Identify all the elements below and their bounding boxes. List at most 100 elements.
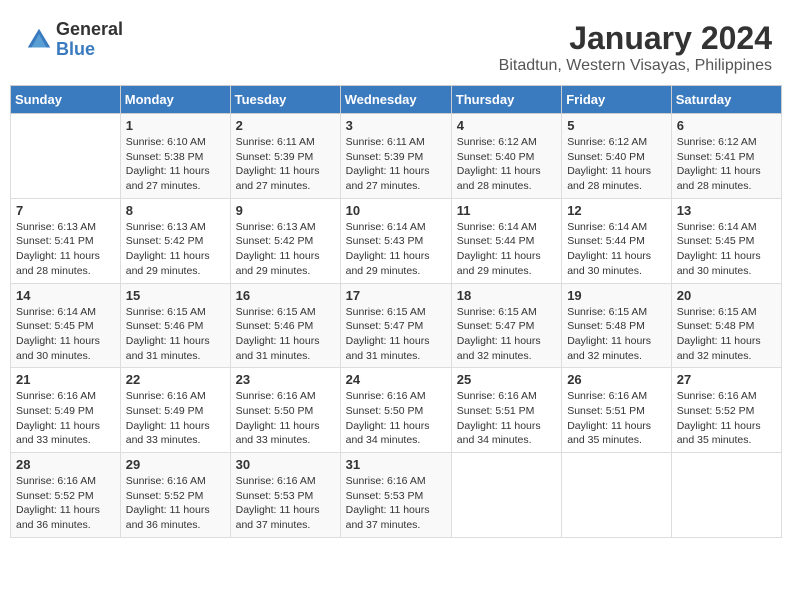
header-row: SundayMondayTuesdayWednesdayThursdayFrid… [11,86,782,114]
day-number: 22 [126,372,225,387]
header-day-thursday: Thursday [451,86,561,114]
day-number: 10 [346,203,446,218]
day-number: 9 [236,203,335,218]
calendar-cell: 9 Sunrise: 6:13 AMSunset: 5:42 PMDaylight… [230,198,340,283]
day-info: Sunrise: 6:13 AMSunset: 5:42 PMDaylight:… [126,220,225,279]
day-number: 6 [677,118,776,133]
day-info: Sunrise: 6:15 AMSunset: 5:47 PMDaylight:… [457,305,556,364]
calendar-cell: 28 Sunrise: 6:16 AMSunset: 5:52 PMDayligh… [11,453,121,538]
day-number: 19 [567,288,666,303]
day-number: 25 [457,372,556,387]
day-number: 27 [677,372,776,387]
page-title: January 2024 [499,20,772,57]
day-info: Sunrise: 6:12 AMSunset: 5:40 PMDaylight:… [567,135,666,194]
header-day-monday: Monday [120,86,230,114]
day-number: 11 [457,203,556,218]
day-info: Sunrise: 6:12 AMSunset: 5:41 PMDaylight:… [677,135,776,194]
day-number: 28 [16,457,115,472]
day-info: Sunrise: 6:15 AMSunset: 5:46 PMDaylight:… [126,305,225,364]
calendar-cell: 5 Sunrise: 6:12 AMSunset: 5:40 PMDaylight… [562,114,672,199]
day-number: 14 [16,288,115,303]
header-day-sunday: Sunday [11,86,121,114]
calendar-cell [451,453,561,538]
header-day-saturday: Saturday [671,86,781,114]
week-row-1: 7 Sunrise: 6:13 AMSunset: 5:41 PMDaylight… [11,198,782,283]
day-info: Sunrise: 6:16 AMSunset: 5:51 PMDaylight:… [457,389,556,448]
logo-blue-text: Blue [56,40,123,60]
day-info: Sunrise: 6:16 AMSunset: 5:53 PMDaylight:… [346,474,446,533]
calendar-cell [562,453,672,538]
day-number: 2 [236,118,335,133]
calendar-cell: 16 Sunrise: 6:15 AMSunset: 5:46 PMDayligh… [230,283,340,368]
day-number: 4 [457,118,556,133]
calendar-cell: 29 Sunrise: 6:16 AMSunset: 5:52 PMDayligh… [120,453,230,538]
calendar-cell: 8 Sunrise: 6:13 AMSunset: 5:42 PMDaylight… [120,198,230,283]
day-info: Sunrise: 6:13 AMSunset: 5:42 PMDaylight:… [236,220,335,279]
calendar-cell: 3Sunrise: 6:11 AMSunset: 5:39 PMDaylight… [340,114,451,199]
day-info: Sunrise: 6:15 AMSunset: 5:48 PMDaylight:… [677,305,776,364]
calendar-cell: 15 Sunrise: 6:15 AMSunset: 5:46 PMDayligh… [120,283,230,368]
calendar-cell: 19Sunrise: 6:15 AMSunset: 5:48 PMDayligh… [562,283,672,368]
day-number: 30 [236,457,335,472]
calendar-cell: 6 Sunrise: 6:12 AMSunset: 5:41 PMDaylight… [671,114,781,199]
day-info: Sunrise: 6:10 AMSunset: 5:38 PMDaylight:… [126,135,225,194]
week-row-2: 14 Sunrise: 6:14 AMSunset: 5:45 PMDayligh… [11,283,782,368]
day-number: 5 [567,118,666,133]
title-block: January 2024 Bitadtun, Western Visayas, … [499,20,772,75]
calendar-cell: 4Sunrise: 6:12 AMSunset: 5:40 PMDaylight… [451,114,561,199]
day-number: 18 [457,288,556,303]
day-info: Sunrise: 6:16 AMSunset: 5:52 PMDaylight:… [126,474,225,533]
day-info: Sunrise: 6:16 AMSunset: 5:52 PMDaylight:… [16,474,115,533]
calendar-cell: 30 Sunrise: 6:16 AMSunset: 5:53 PMDayligh… [230,453,340,538]
day-number: 20 [677,288,776,303]
calendar-cell: 11 Sunrise: 6:14 AMSunset: 5:44 PMDayligh… [451,198,561,283]
week-row-3: 21 Sunrise: 6:16 AMSunset: 5:49 PMDayligh… [11,368,782,453]
calendar-cell: 20 Sunrise: 6:15 AMSunset: 5:48 PMDayligh… [671,283,781,368]
calendar-cell: 14 Sunrise: 6:14 AMSunset: 5:45 PMDayligh… [11,283,121,368]
day-info: Sunrise: 6:11 AMSunset: 5:39 PMDaylight:… [236,135,335,194]
logo-icon [24,25,54,55]
calendar-cell [671,453,781,538]
day-info: Sunrise: 6:14 AMSunset: 5:45 PMDaylight:… [677,220,776,279]
day-info: Sunrise: 6:16 AMSunset: 5:49 PMDaylight:… [126,389,225,448]
calendar-cell: 13Sunrise: 6:14 AMSunset: 5:45 PMDayligh… [671,198,781,283]
day-number: 21 [16,372,115,387]
day-info: Sunrise: 6:16 AMSunset: 5:50 PMDaylight:… [236,389,335,448]
day-info: Sunrise: 6:16 AMSunset: 5:49 PMDaylight:… [16,389,115,448]
header-day-wednesday: Wednesday [340,86,451,114]
calendar-cell: 31 Sunrise: 6:16 AMSunset: 5:53 PMDayligh… [340,453,451,538]
page-subtitle: Bitadtun, Western Visayas, Philippines [499,57,772,75]
day-number: 15 [126,288,225,303]
day-info: Sunrise: 6:14 AMSunset: 5:45 PMDaylight:… [16,305,115,364]
calendar-cell: 17Sunrise: 6:15 AMSunset: 5:47 PMDayligh… [340,283,451,368]
day-number: 7 [16,203,115,218]
day-info: Sunrise: 6:16 AMSunset: 5:50 PMDaylight:… [346,389,446,448]
header-day-tuesday: Tuesday [230,86,340,114]
day-number: 23 [236,372,335,387]
day-number: 24 [346,372,446,387]
day-number: 29 [126,457,225,472]
calendar-cell: 23 Sunrise: 6:16 AMSunset: 5:50 PMDayligh… [230,368,340,453]
calendar-cell: 12Sunrise: 6:14 AMSunset: 5:44 PMDayligh… [562,198,672,283]
calendar-cell [11,114,121,199]
day-info: Sunrise: 6:16 AMSunset: 5:53 PMDaylight:… [236,474,335,533]
calendar-table: SundayMondayTuesdayWednesdayThursdayFrid… [10,85,782,538]
day-number: 8 [126,203,225,218]
calendar-cell: 1Sunrise: 6:10 AMSunset: 5:38 PMDaylight… [120,114,230,199]
day-number: 31 [346,457,446,472]
day-info: Sunrise: 6:14 AMSunset: 5:43 PMDaylight:… [346,220,446,279]
day-number: 26 [567,372,666,387]
calendar-cell: 10 Sunrise: 6:14 AMSunset: 5:43 PMDayligh… [340,198,451,283]
calendar-cell: 22 Sunrise: 6:16 AMSunset: 5:49 PMDayligh… [120,368,230,453]
day-info: Sunrise: 6:14 AMSunset: 5:44 PMDaylight:… [457,220,556,279]
calendar-cell: 21 Sunrise: 6:16 AMSunset: 5:49 PMDayligh… [11,368,121,453]
day-info: Sunrise: 6:13 AMSunset: 5:41 PMDaylight:… [16,220,115,279]
page-header: General Blue January 2024 Bitadtun, West… [10,10,782,80]
week-row-0: 1Sunrise: 6:10 AMSunset: 5:38 PMDaylight… [11,114,782,199]
day-number: 16 [236,288,335,303]
day-info: Sunrise: 6:11 AMSunset: 5:39 PMDaylight:… [346,135,446,194]
day-info: Sunrise: 6:16 AMSunset: 5:52 PMDaylight:… [677,389,776,448]
calendar-cell: 7 Sunrise: 6:13 AMSunset: 5:41 PMDaylight… [11,198,121,283]
day-info: Sunrise: 6:15 AMSunset: 5:46 PMDaylight:… [236,305,335,364]
day-info: Sunrise: 6:15 AMSunset: 5:47 PMDaylight:… [346,305,446,364]
